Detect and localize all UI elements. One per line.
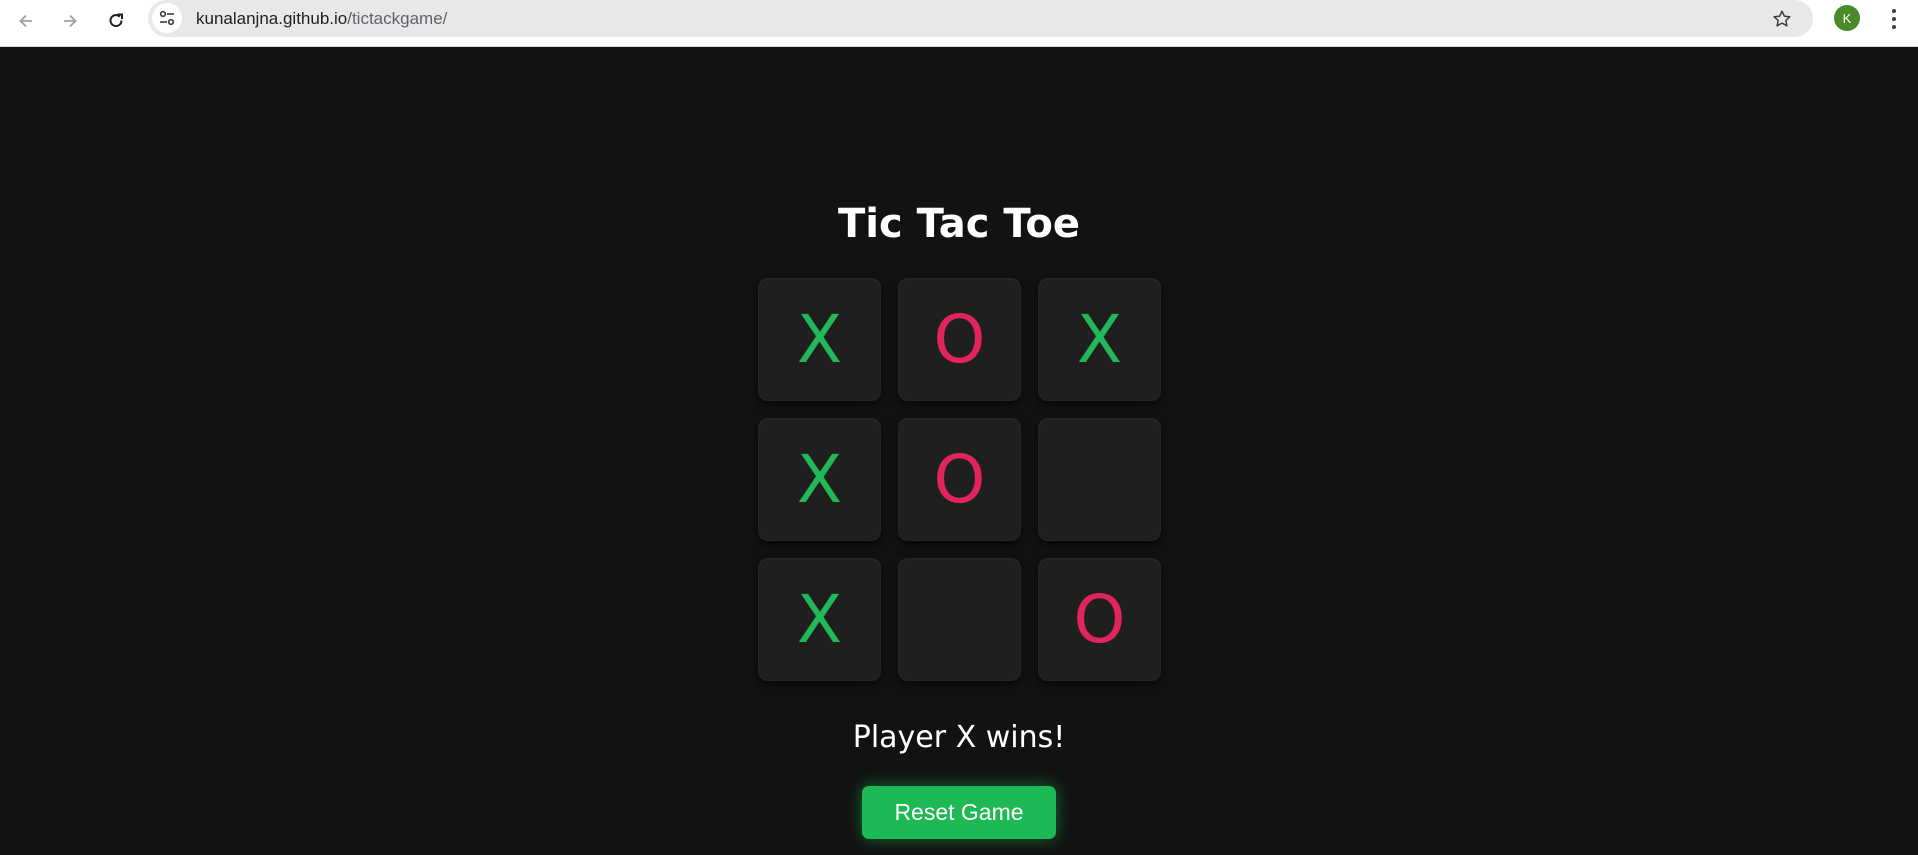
board-cell[interactable] <box>898 558 1021 681</box>
reload-icon <box>109 13 123 28</box>
arrow-left-icon <box>19 14 32 28</box>
forward-button[interactable] <box>52 3 88 39</box>
board-cell[interactable]: X <box>1038 278 1161 401</box>
address-bar[interactable]: kunalanjna.github.io/tictackgame/ <box>148 0 1813 37</box>
reset-game-button[interactable]: Reset Game <box>862 786 1056 839</box>
board-cell[interactable]: O <box>1038 558 1161 681</box>
url-path: /tictackgame/ <box>347 9 448 28</box>
menu-dot-icon <box>1892 17 1896 21</box>
board-cell[interactable]: O <box>898 278 1021 401</box>
board-cell[interactable]: O <box>898 418 1021 541</box>
menu-dot-icon <box>1892 25 1896 29</box>
star-icon <box>1773 10 1791 27</box>
arrow-right-icon <box>64 14 77 28</box>
board-cell[interactable]: X <box>758 418 881 541</box>
url-text[interactable]: kunalanjna.github.io/tictackgame/ <box>196 0 447 37</box>
menu-dot-icon <box>1892 9 1896 13</box>
browser-toolbar: kunalanjna.github.io/tictackgame/ K <box>0 0 1918 47</box>
board-cell[interactable] <box>1038 418 1161 541</box>
game-board: X O X X O X O <box>758 278 1161 681</box>
game-status: Player X wins! <box>852 720 1066 755</box>
back-button[interactable] <box>8 3 44 39</box>
reload-button[interactable] <box>98 3 134 39</box>
board-cell[interactable]: X <box>758 278 881 401</box>
profile-avatar[interactable]: K <box>1834 5 1860 31</box>
url-host: kunalanjna.github.io <box>196 9 348 28</box>
board-cell[interactable]: X <box>758 558 881 681</box>
page-title: Tic Tac Toe <box>838 201 1080 247</box>
site-info-button[interactable] <box>152 3 182 33</box>
browser-menu-button[interactable] <box>1880 3 1908 35</box>
bookmark-button[interactable] <box>1769 6 1795 32</box>
tune-sliders-icon <box>159 10 175 26</box>
